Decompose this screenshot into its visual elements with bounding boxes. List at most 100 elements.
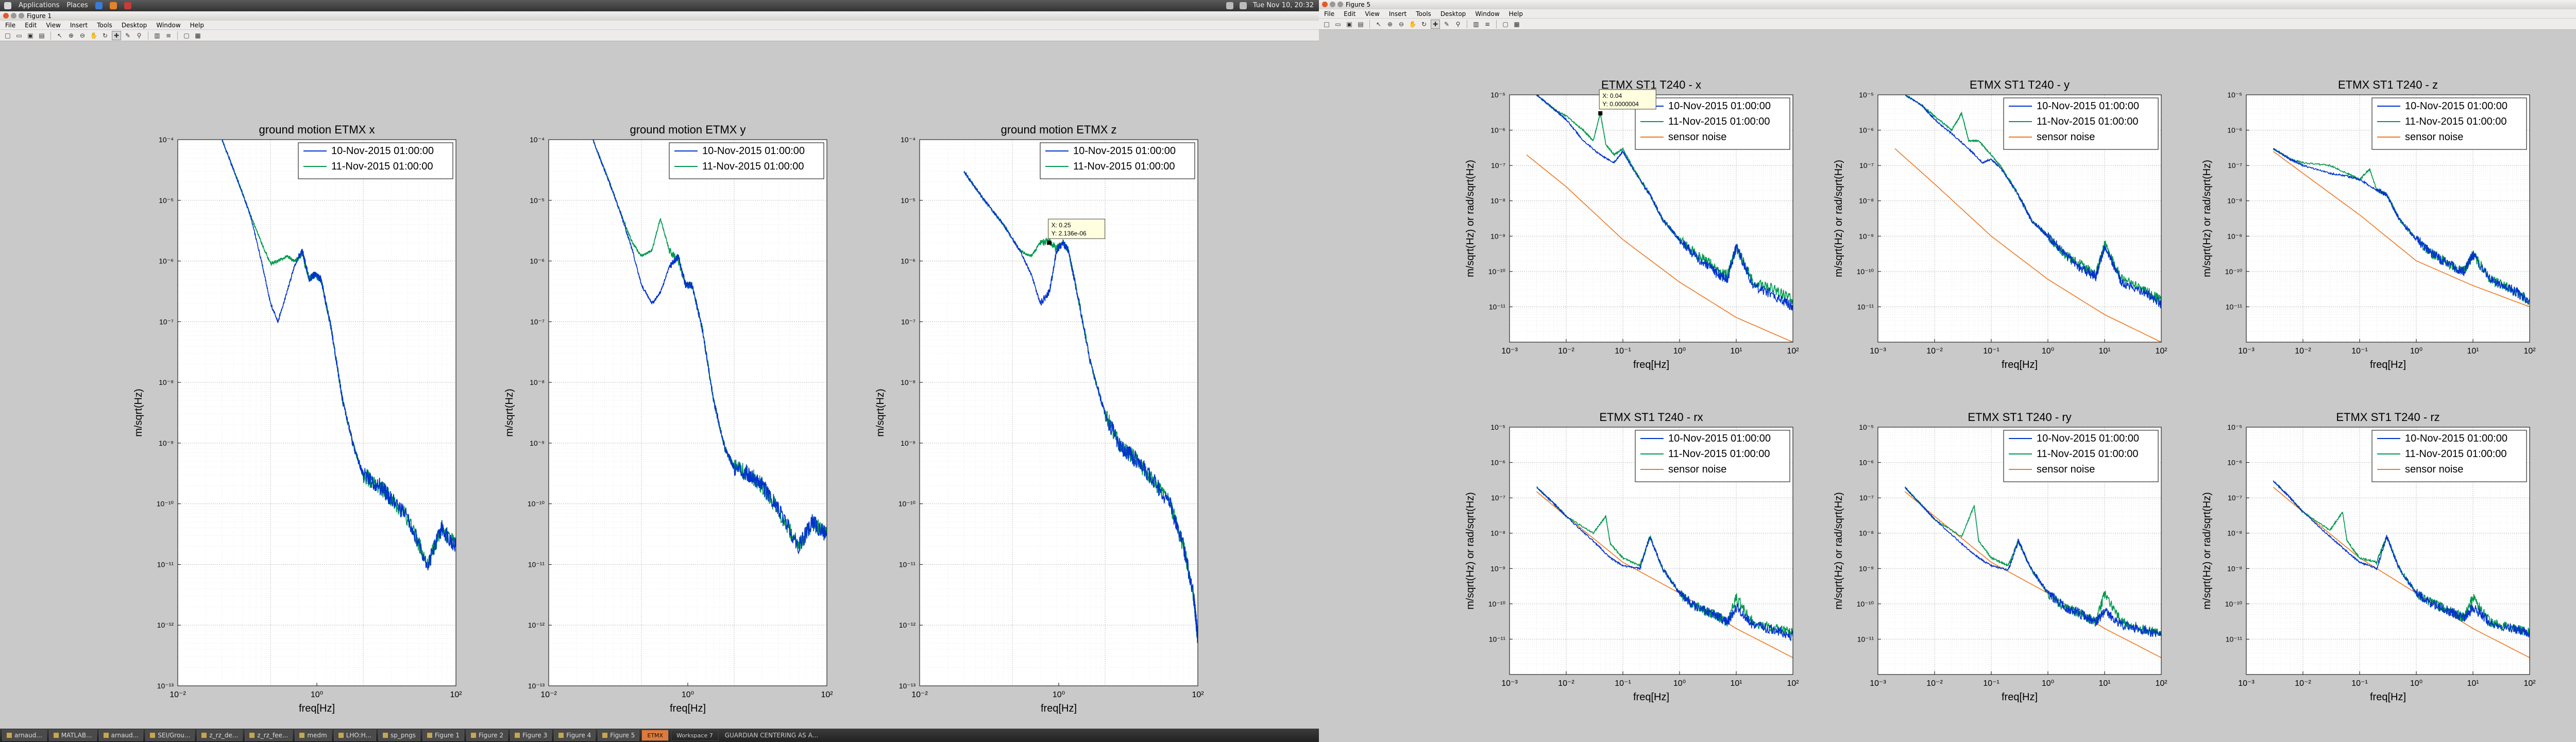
minimize-icon[interactable] [1330, 2, 1335, 7]
task-item[interactable]: sp_pngs [378, 730, 420, 741]
chart-t240-ry[interactable]: 10⁻³ 10⁻² 10⁻¹ 10⁰ 10¹ 10² 10⁻¹¹ 10⁻¹⁰ 10⁻⁹ 10⁻⁸ 1… [1811, 399, 2182, 718]
menu-desktop[interactable]: Desktop [1440, 10, 1466, 18]
colorbar-icon[interactable]: ▥ [152, 31, 162, 40]
chart-t240-y[interactable]: 10⁻³ 10⁻² 10⁻¹ 10⁰ 10¹ 10² 10⁻¹¹ 10⁻¹⁰ 10⁻⁹ 10⁻⁸ 1… [1811, 66, 2182, 386]
menu-desktop[interactable]: Desktop [122, 22, 147, 29]
workspace-etmx[interactable]: ETMX [641, 730, 669, 741]
x-tick-label: 10⁻² [1558, 679, 1574, 688]
hide-plot-tools-icon[interactable]: ▢ [1501, 20, 1510, 29]
chart-ground-motion-z[interactable]: 10⁻² 10⁰ 10² 10⁻¹³ 10⁻¹² 10⁻¹¹ 10⁻¹⁰ 10⁻⁹ 10⁻⁸ 10… [845, 78, 1216, 722]
menu-help[interactable]: Help [190, 22, 204, 29]
app-launcher-icon[interactable] [124, 2, 131, 9]
y-tick-label: 10⁻⁹ [2227, 232, 2242, 240]
menu-insert[interactable]: Insert [1389, 10, 1406, 18]
pointer-icon[interactable]: ↖ [55, 31, 64, 40]
rotate-icon[interactable]: ↻ [100, 31, 110, 40]
task-item[interactable]: Figure 4 [554, 730, 596, 741]
brush-icon[interactable]: ✎ [123, 31, 132, 40]
task-item[interactable]: z_rz_fee... [245, 730, 293, 741]
close-icon[interactable] [1322, 2, 1328, 7]
x-tick-label: 10⁻² [1558, 347, 1574, 356]
link-icon[interactable]: ⚲ [134, 31, 144, 40]
menu-edit[interactable]: Edit [25, 22, 37, 29]
task-item[interactable]: Figure 1 [422, 730, 465, 741]
task-item[interactable]: arnaud... [2, 730, 47, 741]
brush-icon[interactable]: ✎ [1442, 20, 1451, 29]
legend-icon[interactable]: ≡ [1483, 20, 1492, 29]
network-icon[interactable] [1226, 2, 1233, 9]
menu-tools[interactable]: Tools [97, 22, 112, 29]
task-item[interactable]: Figure 2 [466, 730, 509, 741]
menu-file[interactable]: File [5, 22, 15, 29]
new-figure-icon[interactable]: □ [1322, 20, 1331, 29]
zoom-in-icon[interactable]: ⊕ [66, 31, 76, 40]
maximize-icon[interactable] [19, 13, 24, 19]
menu-help[interactable]: Help [1509, 10, 1523, 18]
show-plot-tools-icon[interactable]: ▦ [193, 31, 202, 40]
chart-t240-z[interactable]: 10⁻³ 10⁻² 10⁻¹ 10⁰ 10¹ 10² 10⁻¹¹ 10⁻¹⁰ 10⁻⁹ 10⁻⁸ 1… [2179, 66, 2550, 386]
menu-window[interactable]: Window [156, 22, 180, 29]
colorbar-icon[interactable]: ▥ [1471, 20, 1481, 29]
pan-icon[interactable]: ✋ [89, 31, 98, 40]
task-item[interactable]: Figure 3 [510, 730, 552, 741]
data-cursor-icon[interactable]: ✚ [1431, 19, 1440, 29]
menu-tools[interactable]: Tools [1416, 10, 1431, 18]
pointer-icon[interactable]: ↖ [1374, 20, 1383, 29]
minimize-icon[interactable] [11, 13, 16, 19]
chart-t240-rz[interactable]: 10⁻³ 10⁻² 10⁻¹ 10⁰ 10¹ 10² 10⁻¹¹ 10⁻¹⁰ 10⁻⁹ 10⁻⁸ 1… [2179, 399, 2550, 718]
save-icon[interactable]: ▣ [1345, 20, 1354, 29]
y-axis-label: m/sqrt(Hz) or rad/sqrt(Hz) [1833, 160, 1844, 277]
pan-icon[interactable]: ✋ [1408, 20, 1417, 29]
figure5-titlebar[interactable]: Figure 5 [1319, 0, 2576, 10]
menu-insert[interactable]: Insert [70, 22, 88, 29]
task-item[interactable]: medm [295, 730, 332, 741]
volume-icon[interactable] [1239, 2, 1247, 9]
open-icon[interactable]: ▭ [14, 31, 24, 40]
y-axis-label: m/sqrt(Hz) [133, 389, 144, 436]
x-tick-label: 10⁻³ [2238, 347, 2255, 356]
task-item[interactable]: arnaud... [98, 730, 144, 741]
places-menu[interactable]: Places [66, 2, 88, 9]
launcher-icon[interactable] [95, 2, 103, 9]
task-item[interactable]: z_rz_de... [197, 730, 243, 741]
open-icon[interactable]: ▭ [1333, 20, 1343, 29]
close-icon[interactable] [3, 13, 9, 19]
chart-ground-motion-x[interactable]: 10⁻² 10⁰ 10² 10⁻¹³ 10⁻¹² 10⁻¹¹ 10⁻¹⁰ 10⁻⁹ 10⁻⁸ 10… [103, 78, 474, 722]
maximize-icon[interactable] [1337, 2, 1343, 7]
show-plot-tools-icon[interactable]: ▦ [1512, 20, 1521, 29]
rotate-icon[interactable]: ↻ [1419, 20, 1429, 29]
task-item[interactable]: SEI/Grou... [145, 730, 195, 741]
panel-clock[interactable]: Tue Nov 10, 20:32 [1253, 2, 1314, 9]
figure-toolbar: □ ▭ ▣ ▤ ↖ ⊕ ⊖ ✋ ↻ ✚ ✎ ⚲ ▥ ≡ ▢ ▦ [0, 30, 1319, 41]
menu-edit[interactable]: Edit [1344, 10, 1355, 18]
zoom-out-icon[interactable]: ⊖ [1397, 20, 1406, 29]
data-cursor-icon[interactable]: ✚ [112, 30, 121, 40]
task-item[interactable]: MATLAB... [48, 730, 97, 741]
x-tick-label: 10⁻³ [1501, 347, 1518, 356]
link-icon[interactable]: ⚲ [1453, 20, 1463, 29]
zoom-in-icon[interactable]: ⊕ [1385, 20, 1395, 29]
hide-plot-tools-icon[interactable]: ▢ [182, 31, 191, 40]
chart-t240-rx[interactable]: 10⁻³ 10⁻² 10⁻¹ 10⁰ 10¹ 10² 10⁻¹¹ 10⁻¹⁰ 10⁻⁹ 10⁻⁸ 1… [1443, 399, 1814, 718]
print-icon[interactable]: ▤ [1356, 20, 1365, 29]
save-icon[interactable]: ▣ [26, 31, 35, 40]
y-axis-label: m/sqrt(Hz) or rad/sqrt(Hz) [1465, 160, 1476, 277]
firefox-icon[interactable] [109, 2, 117, 9]
menu-file[interactable]: File [1324, 10, 1334, 18]
task-item[interactable]: Figure 5 [598, 730, 640, 741]
menu-window[interactable]: Window [1475, 10, 1499, 18]
legend-icon[interactable]: ≡ [164, 31, 173, 40]
workspace-7[interactable]: Workspace 7 [671, 730, 719, 741]
new-figure-icon[interactable]: □ [3, 31, 12, 40]
menu-view[interactable]: View [46, 22, 60, 29]
chart-ground-motion-y[interactable]: 10⁻² 10⁰ 10² 10⁻¹³ 10⁻¹² 10⁻¹¹ 10⁻¹⁰ 10⁻⁹ 10⁻⁸ 10… [474, 78, 845, 722]
print-icon[interactable]: ▤ [37, 31, 46, 40]
chart-t240-x[interactable]: 10⁻³ 10⁻² 10⁻¹ 10⁰ 10¹ 10² 10⁻¹¹ 10⁻¹⁰ 10⁻⁹ 10⁻⁸ 1… [1443, 66, 1814, 386]
applications-menu[interactable]: Applications [19, 2, 59, 9]
task-item[interactable]: LHO:H... [333, 730, 376, 741]
figure1-titlebar[interactable]: Figure 1 [0, 11, 1319, 21]
x-tick-label: 10⁻³ [1870, 679, 1886, 688]
zoom-out-icon[interactable]: ⊖ [78, 31, 87, 40]
y-tick-label: 10⁻⁴ [901, 136, 916, 144]
menu-view[interactable]: View [1365, 10, 1379, 18]
